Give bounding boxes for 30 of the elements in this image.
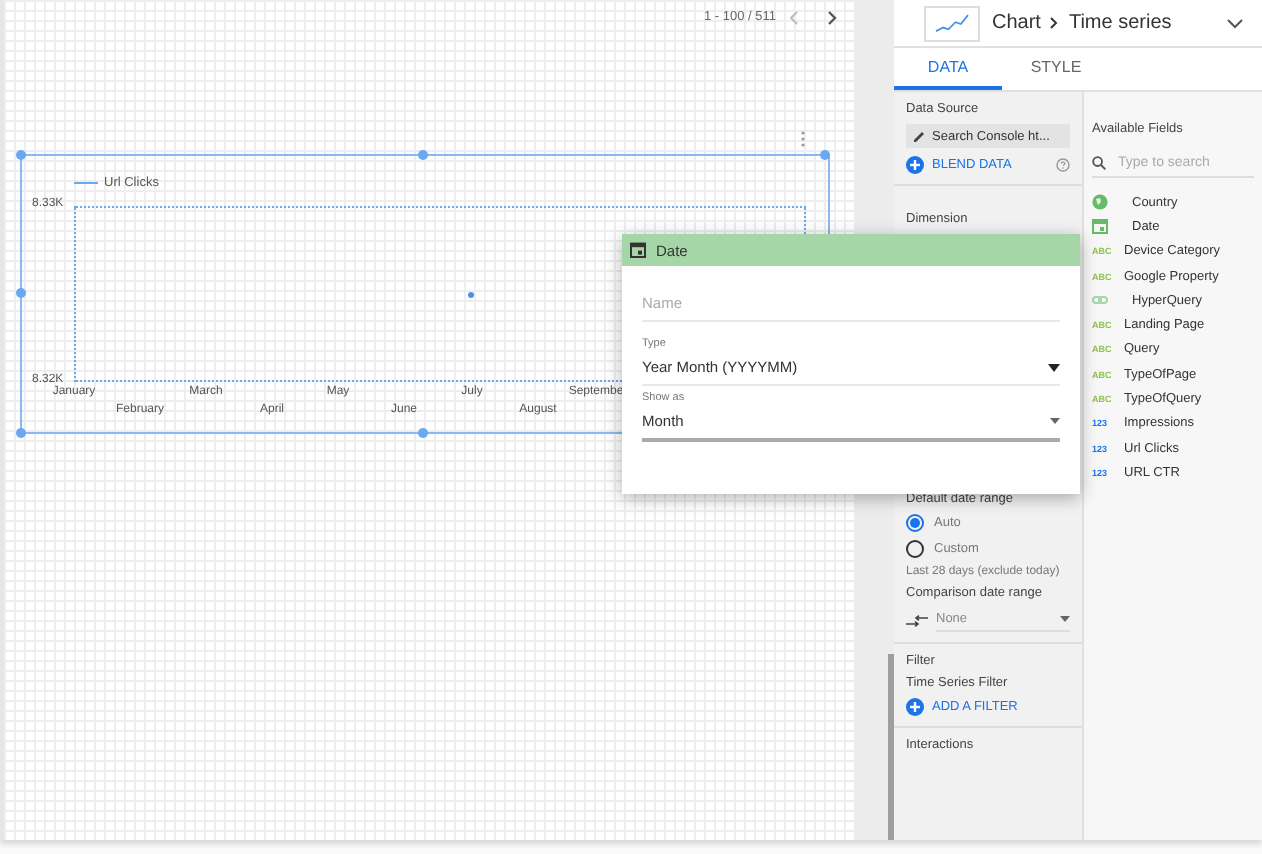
compare-arrows-icon [906,613,928,627]
chart-type-title: Chart Time series [992,12,1172,34]
resize-handle[interactable] [16,288,26,298]
chevron-right-icon [826,10,838,26]
add-icon [906,698,924,716]
resize-handle[interactable] [418,428,428,438]
dropdown-arrow-icon [1048,363,1060,371]
dropdown-arrow-icon [1050,418,1060,424]
resize-handle[interactable] [820,150,830,160]
legend-line [74,181,98,185]
globe-icon [1092,194,1108,211]
resize-handle[interactable] [418,150,428,160]
resize-handle[interactable] [16,150,26,160]
resize-handle[interactable] [16,428,26,438]
more-icon[interactable] [800,130,806,148]
link-icon [1092,294,1108,307]
line-chart-icon[interactable] [924,5,980,41]
chevron-left-icon [788,10,800,26]
chevron-right-icon [1048,12,1061,32]
chevron-down-icon[interactable] [1226,17,1244,29]
data-point [468,292,474,298]
panel-tab[interactable]: STYLE [1002,48,1110,90]
scrollbar[interactable] [888,654,894,840]
pencil-icon [912,129,926,143]
calendar-icon [630,242,646,258]
help-icon[interactable] [1056,158,1070,172]
dropdown-arrow-icon [1060,616,1070,622]
add-icon [906,156,924,174]
calendar-icon [1092,218,1108,235]
search-icon [1092,156,1106,170]
